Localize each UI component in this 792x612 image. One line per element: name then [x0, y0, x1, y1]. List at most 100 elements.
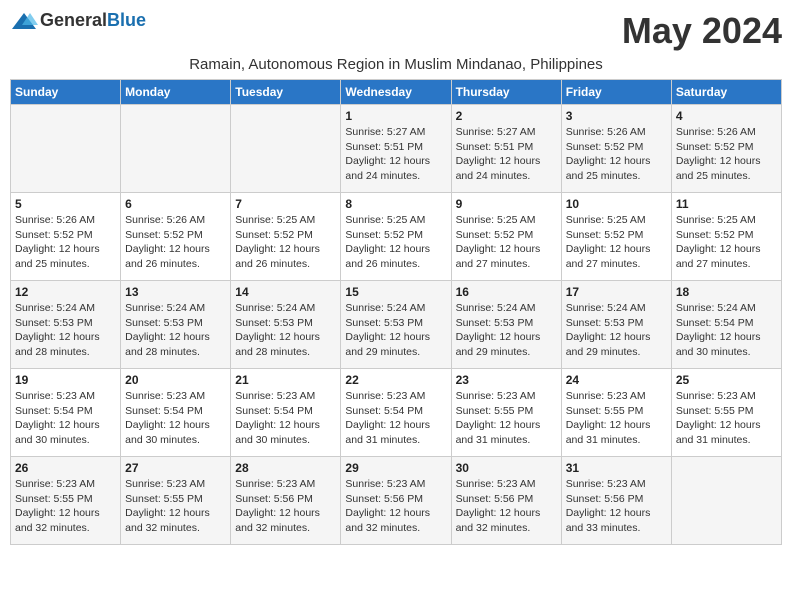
day-info: Sunrise: 5:26 AM Sunset: 5:52 PM Dayligh…: [15, 213, 116, 272]
day-info: Sunrise: 5:26 AM Sunset: 5:52 PM Dayligh…: [125, 213, 226, 272]
day-info: Sunrise: 5:25 AM Sunset: 5:52 PM Dayligh…: [235, 213, 336, 272]
calendar-cell: 4 Sunrise: 5:26 AM Sunset: 5:52 PM Daylig…: [671, 105, 781, 193]
weekday-header-friday: Friday: [561, 80, 671, 105]
day-number: 11: [676, 197, 777, 211]
day-info: Sunrise: 5:23 AM Sunset: 5:55 PM Dayligh…: [456, 389, 557, 448]
day-info: Sunrise: 5:23 AM Sunset: 5:56 PM Dayligh…: [345, 477, 446, 536]
day-number: 31: [566, 461, 667, 475]
calendar-body: 1 Sunrise: 5:27 AM Sunset: 5:51 PM Daylig…: [11, 105, 782, 545]
day-info: Sunrise: 5:23 AM Sunset: 5:54 PM Dayligh…: [345, 389, 446, 448]
day-number: 3: [566, 109, 667, 123]
calendar-cell: 9 Sunrise: 5:25 AM Sunset: 5:52 PM Daylig…: [451, 193, 561, 281]
day-info: Sunrise: 5:25 AM Sunset: 5:52 PM Dayligh…: [456, 213, 557, 272]
calendar-cell: 8Sunrise: 5:25 AM Sunset: 5:52 PM Daylig…: [341, 193, 451, 281]
calendar-cell: 14Sunrise: 5:24 AM Sunset: 5:53 PM Dayli…: [231, 281, 341, 369]
calendar-cell: [671, 457, 781, 545]
calendar-cell: [231, 105, 341, 193]
month-title: May 2024: [622, 10, 782, 52]
logo: GeneralBlue: [10, 10, 146, 31]
day-info: Sunrise: 5:26 AM Sunset: 5:52 PM Dayligh…: [566, 125, 667, 184]
calendar-cell: [11, 105, 121, 193]
day-info: Sunrise: 5:24 AM Sunset: 5:53 PM Dayligh…: [456, 301, 557, 360]
day-number: 23: [456, 373, 557, 387]
day-number: 30: [456, 461, 557, 475]
day-number: 14: [235, 285, 336, 299]
calendar-cell: 13Sunrise: 5:24 AM Sunset: 5:53 PM Dayli…: [121, 281, 231, 369]
calendar-cell: [121, 105, 231, 193]
day-info: Sunrise: 5:27 AM Sunset: 5:51 PM Dayligh…: [345, 125, 446, 184]
day-number: 18: [676, 285, 777, 299]
day-info: Sunrise: 5:25 AM Sunset: 5:52 PM Dayligh…: [566, 213, 667, 272]
weekday-header-saturday: Saturday: [671, 80, 781, 105]
day-info: Sunrise: 5:23 AM Sunset: 5:54 PM Dayligh…: [15, 389, 116, 448]
calendar-week-3: 12Sunrise: 5:24 AM Sunset: 5:53 PM Dayli…: [11, 281, 782, 369]
day-info: Sunrise: 5:25 AM Sunset: 5:52 PM Dayligh…: [676, 213, 777, 272]
calendar-cell: 6 Sunrise: 5:26 AM Sunset: 5:52 PM Daylig…: [121, 193, 231, 281]
day-info: Sunrise: 5:24 AM Sunset: 5:53 PM Dayligh…: [15, 301, 116, 360]
day-number: 5: [15, 197, 116, 211]
day-number: 4: [676, 109, 777, 123]
day-info: Sunrise: 5:23 AM Sunset: 5:54 PM Dayligh…: [235, 389, 336, 448]
day-number: 15: [345, 285, 446, 299]
calendar-cell: 27 Sunrise: 5:23 AM Sunset: 5:55 PM Dayli…: [121, 457, 231, 545]
calendar-cell: 22Sunrise: 5:23 AM Sunset: 5:54 PM Dayli…: [341, 369, 451, 457]
day-info: Sunrise: 5:23 AM Sunset: 5:56 PM Dayligh…: [456, 477, 557, 536]
day-info: Sunrise: 5:27 AM Sunset: 5:51 PM Dayligh…: [456, 125, 557, 184]
day-number: 16: [456, 285, 557, 299]
day-number: 24: [566, 373, 667, 387]
calendar-cell: 25 Sunrise: 5:23 AM Sunset: 5:55 PM Dayli…: [671, 369, 781, 457]
calendar-cell: 16 Sunrise: 5:24 AM Sunset: 5:53 PM Dayli…: [451, 281, 561, 369]
day-number: 20: [125, 373, 226, 387]
calendar-cell: 3 Sunrise: 5:26 AM Sunset: 5:52 PM Daylig…: [561, 105, 671, 193]
day-number: 17: [566, 285, 667, 299]
logo-general: General: [40, 10, 107, 30]
calendar-cell: 11 Sunrise: 5:25 AM Sunset: 5:52 PM Dayli…: [671, 193, 781, 281]
day-info: Sunrise: 5:24 AM Sunset: 5:53 PM Dayligh…: [345, 301, 446, 360]
weekday-header-wednesday: Wednesday: [341, 80, 451, 105]
weekday-header-thursday: Thursday: [451, 80, 561, 105]
day-info: Sunrise: 5:23 AM Sunset: 5:55 PM Dayligh…: [125, 477, 226, 536]
day-number: 9: [456, 197, 557, 211]
day-info: Sunrise: 5:26 AM Sunset: 5:52 PM Dayligh…: [676, 125, 777, 184]
day-info: Sunrise: 5:23 AM Sunset: 5:55 PM Dayligh…: [566, 389, 667, 448]
calendar-week-1: 1 Sunrise: 5:27 AM Sunset: 5:51 PM Daylig…: [11, 105, 782, 193]
calendar-cell: 18 Sunrise: 5:24 AM Sunset: 5:54 PM Dayli…: [671, 281, 781, 369]
calendar-cell: 31 Sunrise: 5:23 AM Sunset: 5:56 PM Dayli…: [561, 457, 671, 545]
calendar-table: SundayMondayTuesdayWednesdayThursdayFrid…: [10, 79, 782, 545]
logo-icon: [10, 11, 38, 31]
calendar-cell: 10 Sunrise: 5:25 AM Sunset: 5:52 PM Dayli…: [561, 193, 671, 281]
calendar-cell: 23 Sunrise: 5:23 AM Sunset: 5:55 PM Dayli…: [451, 369, 561, 457]
day-number: 6: [125, 197, 226, 211]
day-number: 25: [676, 373, 777, 387]
day-info: Sunrise: 5:23 AM Sunset: 5:56 PM Dayligh…: [566, 477, 667, 536]
day-number: 1: [345, 109, 446, 123]
day-number: 10: [566, 197, 667, 211]
day-number: 27: [125, 461, 226, 475]
day-number: 26: [15, 461, 116, 475]
calendar-cell: 30 Sunrise: 5:23 AM Sunset: 5:56 PM Dayli…: [451, 457, 561, 545]
day-info: Sunrise: 5:23 AM Sunset: 5:55 PM Dayligh…: [676, 389, 777, 448]
calendar-cell: 21 Sunrise: 5:23 AM Sunset: 5:54 PM Dayli…: [231, 369, 341, 457]
weekday-header-sunday: Sunday: [11, 80, 121, 105]
calendar-cell: 24 Sunrise: 5:23 AM Sunset: 5:55 PM Dayli…: [561, 369, 671, 457]
calendar-week-5: 26 Sunrise: 5:23 AM Sunset: 5:55 PM Dayli…: [11, 457, 782, 545]
calendar-week-2: 5 Sunrise: 5:26 AM Sunset: 5:52 PM Daylig…: [11, 193, 782, 281]
day-info: Sunrise: 5:23 AM Sunset: 5:55 PM Dayligh…: [15, 477, 116, 536]
logo-blue: Blue: [107, 10, 146, 30]
day-number: 21: [235, 373, 336, 387]
calendar-cell: 12Sunrise: 5:24 AM Sunset: 5:53 PM Dayli…: [11, 281, 121, 369]
day-number: 7: [235, 197, 336, 211]
calendar-cell: 15 Sunrise: 5:24 AM Sunset: 5:53 PM Dayli…: [341, 281, 451, 369]
day-number: 2: [456, 109, 557, 123]
calendar-cell: 7 Sunrise: 5:25 AM Sunset: 5:52 PM Daylig…: [231, 193, 341, 281]
day-number: 8: [345, 197, 446, 211]
day-number: 29: [345, 461, 446, 475]
header: GeneralBlue May 2024: [10, 10, 782, 52]
calendar-cell: 20Sunrise: 5:23 AM Sunset: 5:54 PM Dayli…: [121, 369, 231, 457]
calendar-cell: 17Sunrise: 5:24 AM Sunset: 5:53 PM Dayli…: [561, 281, 671, 369]
calendar-cell: 2 Sunrise: 5:27 AM Sunset: 5:51 PM Daylig…: [451, 105, 561, 193]
day-number: 28: [235, 461, 336, 475]
weekday-header-monday: Monday: [121, 80, 231, 105]
calendar-cell: 1 Sunrise: 5:27 AM Sunset: 5:51 PM Daylig…: [341, 105, 451, 193]
day-info: Sunrise: 5:24 AM Sunset: 5:54 PM Dayligh…: [676, 301, 777, 360]
